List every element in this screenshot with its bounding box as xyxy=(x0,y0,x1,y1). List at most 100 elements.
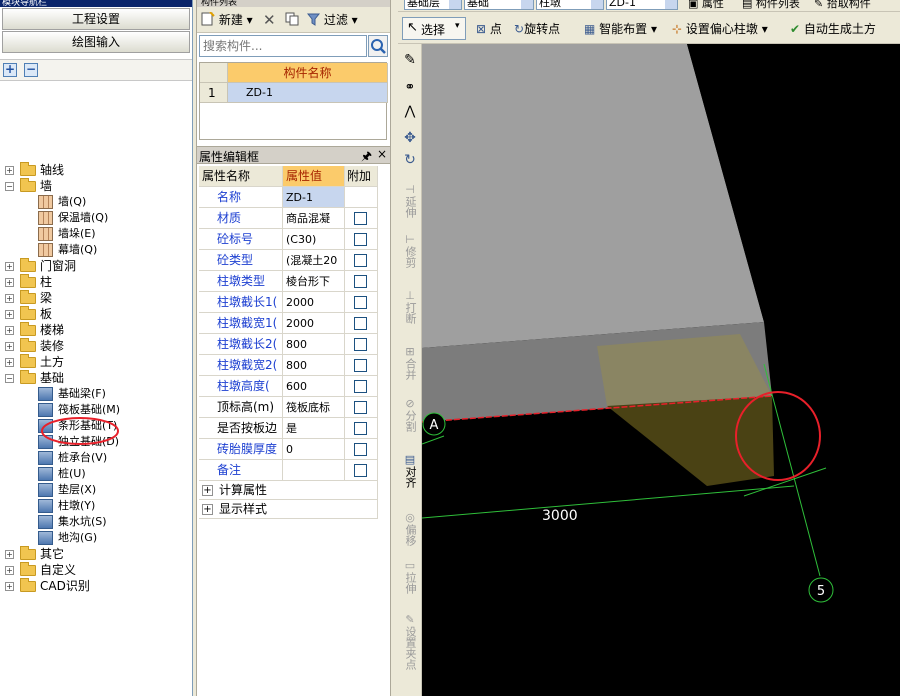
floor-select[interactable]: 基础层 xyxy=(404,0,462,10)
expand-icon[interactable]: + xyxy=(5,262,14,271)
smart-layout-button[interactable]: ▦ 智能布置 ▾ xyxy=(584,20,657,38)
rotate-point-button[interactable]: ↻旋转点 xyxy=(514,20,560,38)
extra-checkbox[interactable] xyxy=(354,422,367,435)
tree-folder-item[interactable]: + 楼梯 xyxy=(0,322,190,338)
property-group-row[interactable]: + 显示样式 xyxy=(199,500,378,519)
mirror-icon[interactable]: ⚭ xyxy=(400,81,420,94)
tree-leaf-item[interactable]: 保温墙(Q) xyxy=(0,210,190,226)
offset-tool[interactable]: ◎ 偏移 xyxy=(400,512,420,549)
extra-checkbox[interactable] xyxy=(354,317,367,330)
tree-leaf-item[interactable]: 墙(Q) xyxy=(0,194,190,210)
stretch-tool[interactable]: ▭ 拉伸 xyxy=(400,560,420,597)
tree-folder-item[interactable]: − 基础 xyxy=(0,370,190,386)
rotate-icon[interactable]: ↻ xyxy=(400,153,420,167)
component-list-button[interactable]: ▤ 构件列表 xyxy=(742,0,800,11)
pick-component-button[interactable]: ✎ 拾取构件 xyxy=(814,0,871,11)
extra-checkbox[interactable] xyxy=(354,296,367,309)
expand-icon[interactable]: + xyxy=(202,504,213,515)
set-grip-tool[interactable]: ✎ 设置夹点 xyxy=(400,614,420,673)
tree-folder-item[interactable]: + CAD识别 xyxy=(0,578,190,594)
tree-folder-item[interactable]: + 梁 xyxy=(0,290,190,306)
project-settings-button[interactable]: 工程设置 xyxy=(2,8,190,30)
expand-icon[interactable]: + xyxy=(5,294,14,303)
break-tool[interactable]: ⊥ 打断 xyxy=(400,290,420,327)
property-value[interactable]: (C30) xyxy=(283,229,345,250)
property-value[interactable]: 是 xyxy=(283,418,345,439)
extra-checkbox[interactable] xyxy=(354,338,367,351)
expand-icon[interactable]: + xyxy=(5,550,14,559)
property-value[interactable]: 筏板底标 xyxy=(283,397,345,418)
expand-icon[interactable]: + xyxy=(5,310,14,319)
tree-folder-item[interactable]: + 柱 xyxy=(0,274,190,290)
trim-tool[interactable]: ⊢ 修剪 xyxy=(400,234,420,271)
property-group-row[interactable]: + 计算属性 xyxy=(199,481,378,500)
select-button[interactable]: ↖ 选择 ▾ xyxy=(402,17,466,40)
collapse-icon[interactable]: − xyxy=(5,182,14,191)
set-eccentric-button[interactable]: ⊹ 设置偏心柱墩 ▾ xyxy=(672,20,768,38)
property-value[interactable]: (混凝土20 xyxy=(283,250,345,271)
tree-folder-item[interactable]: + 板 xyxy=(0,306,190,322)
tree-leaf-item[interactable]: 墙垛(E) xyxy=(0,226,190,242)
tree-leaf-item[interactable]: 集水坑(S) xyxy=(0,514,190,530)
tree-folder-item[interactable]: + 装修 xyxy=(0,338,190,354)
remove-node-button[interactable]: − xyxy=(24,63,38,77)
point-button[interactable]: ⊠ 点 xyxy=(476,20,502,38)
tree-leaf-item[interactable]: 基础梁(F) xyxy=(0,386,190,402)
tree-leaf-item[interactable]: 桩承台(V) xyxy=(0,450,190,466)
split-tool[interactable]: ⊘ 分割 xyxy=(400,398,420,435)
pin-icon[interactable]: 🖈 xyxy=(361,147,372,168)
align-tool[interactable]: ▤ 对齐 xyxy=(400,454,420,491)
extra-checkbox[interactable] xyxy=(354,254,367,267)
expand-icon[interactable]: + xyxy=(5,566,14,575)
table-row[interactable]: ZD-1 xyxy=(228,83,388,103)
property-value[interactable]: 商品混凝 xyxy=(283,208,345,229)
property-value[interactable]: 800 xyxy=(283,355,345,376)
tree-folder-item[interactable]: + 轴线 xyxy=(0,162,190,178)
expand-icon[interactable]: + xyxy=(5,278,14,287)
component-search-input[interactable]: 搜索构件... xyxy=(199,35,367,57)
property-value[interactable]: 2000 xyxy=(283,292,345,313)
tree-leaf-item[interactable]: 垫层(X) xyxy=(0,482,190,498)
property-value[interactable]: 0 xyxy=(283,439,345,460)
type-select[interactable]: 柱墩 xyxy=(536,0,604,10)
tree-folder-item[interactable]: + 其它 xyxy=(0,546,190,562)
property-value[interactable]: 600 xyxy=(283,376,345,397)
collapse-icon[interactable]: − xyxy=(5,374,14,383)
tree-folder-item[interactable]: + 门窗洞 xyxy=(0,258,190,274)
category-select[interactable]: 基础 xyxy=(464,0,534,10)
property-value[interactable]: 2000 xyxy=(283,313,345,334)
expand-icon[interactable]: + xyxy=(5,326,14,335)
property-value[interactable]: ZD-1 xyxy=(283,187,345,208)
properties-button[interactable]: ▣ 属性 xyxy=(688,0,724,11)
expand-icon[interactable]: + xyxy=(202,485,213,496)
extra-checkbox[interactable] xyxy=(354,275,367,288)
tree-leaf-item[interactable]: 柱墩(Y) xyxy=(0,498,190,514)
tree-leaf-item[interactable]: 地沟(G) xyxy=(0,530,190,546)
tree-leaf-item[interactable]: 幕墙(Q) xyxy=(0,242,190,258)
flip-icon[interactable]: ⋀ xyxy=(400,105,420,118)
delete-icon[interactable]: ✕ xyxy=(263,12,276,28)
extra-checkbox[interactable] xyxy=(354,443,367,456)
brush-icon[interactable]: ✎ xyxy=(400,53,420,67)
merge-tool[interactable]: ⊞ 合并 xyxy=(400,346,420,383)
tree-folder-item[interactable]: + 土方 xyxy=(0,354,190,370)
property-value[interactable] xyxy=(283,460,345,481)
property-value[interactable]: 800 xyxy=(283,334,345,355)
search-button[interactable] xyxy=(368,35,388,57)
add-node-button[interactable]: + xyxy=(3,63,17,77)
extra-checkbox[interactable] xyxy=(354,233,367,246)
expand-icon[interactable]: + xyxy=(5,582,14,591)
extra-checkbox[interactable] xyxy=(354,212,367,225)
close-icon[interactable]: × xyxy=(377,147,387,161)
filter-button[interactable]: 过滤 ▾ xyxy=(306,12,358,28)
expand-icon[interactable]: + xyxy=(5,358,14,367)
new-component-button[interactable]: 新建 ▾ xyxy=(201,11,253,28)
expand-icon[interactable]: + xyxy=(5,342,14,351)
expand-icon[interactable]: + xyxy=(5,166,14,175)
drawing-input-button[interactable]: 绘图输入 xyxy=(2,31,190,53)
tree-leaf-item[interactable]: 桩(U) xyxy=(0,466,190,482)
extra-checkbox[interactable] xyxy=(354,359,367,372)
extend-tool[interactable]: ⊣ 延伸 xyxy=(400,184,420,221)
component-select[interactable]: ZD-1 xyxy=(606,0,678,10)
copy-icon[interactable] xyxy=(285,12,300,28)
